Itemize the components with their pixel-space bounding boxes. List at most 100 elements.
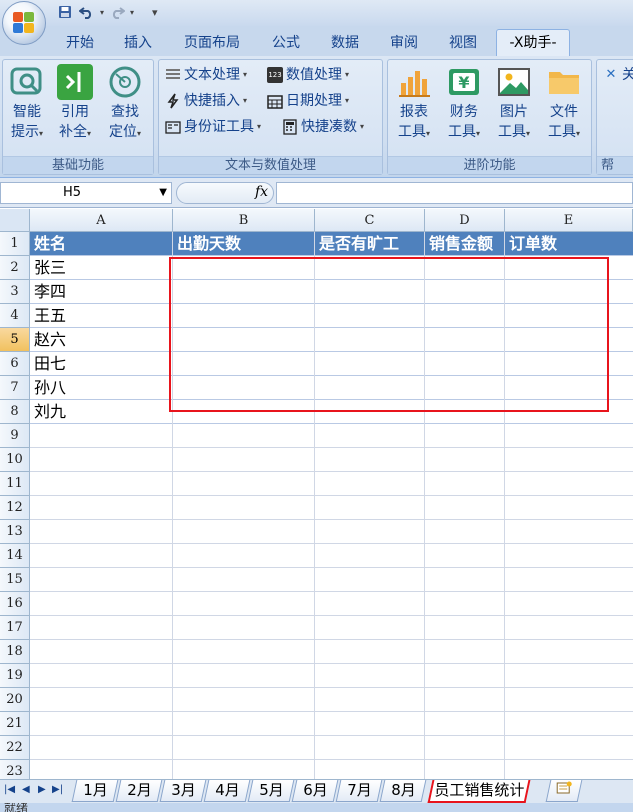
- row-header-19[interactable]: 19: [0, 664, 30, 688]
- tab-view[interactable]: 视图: [438, 30, 488, 56]
- sheet-tab-sales-stats[interactable]: 员工销售统计: [427, 780, 531, 803]
- file-tool-button[interactable]: 文件 工具▾: [542, 64, 586, 144]
- cell-a1[interactable]: 姓名: [30, 232, 173, 256]
- undo-dropdown-icon[interactable]: ▾: [100, 8, 104, 17]
- find-locate-icon: [107, 64, 143, 100]
- insert-sheet-button[interactable]: [545, 780, 583, 802]
- row-header-14[interactable]: 14: [0, 544, 30, 568]
- cell-d1[interactable]: 销售金额: [425, 232, 505, 256]
- image-tool-button[interactable]: 图片 工具▾: [492, 64, 536, 144]
- first-sheet-icon[interactable]: |◀: [4, 784, 15, 795]
- text-lines-icon: [165, 67, 181, 83]
- row-header-5[interactable]: 5: [0, 328, 30, 352]
- spreadsheet-grid[interactable]: A B C D E 姓名 出勤天数 是否有旷工 销售金额 订单数 1234567…: [0, 209, 633, 779]
- cell-a8[interactable]: 刘九: [30, 400, 66, 424]
- redo-icon[interactable]: [108, 3, 126, 21]
- file-tool-label-2: 工具▾: [547, 124, 580, 140]
- date-process-button[interactable]: 日期处理 ▾: [267, 90, 349, 112]
- cell-a5[interactable]: 赵六: [30, 328, 66, 352]
- column-header-c[interactable]: C: [315, 209, 425, 232]
- row-gridline: [30, 423, 633, 424]
- customize-qat-icon[interactable]: ▾: [152, 6, 158, 19]
- cell-e1[interactable]: 订单数: [505, 232, 633, 256]
- column-header-e[interactable]: E: [505, 209, 633, 232]
- sheet-tab-jan[interactable]: 1月: [71, 780, 119, 802]
- tab-page-layout[interactable]: 页面布局: [172, 30, 252, 56]
- row-header-7[interactable]: 7: [0, 376, 30, 400]
- find-locate-button[interactable]: 查找 定位▾: [103, 64, 147, 144]
- text-process-button[interactable]: 文本处理 ▾: [165, 64, 247, 86]
- sheet-tab-may[interactable]: 5月: [247, 780, 295, 802]
- row-header-18[interactable]: 18: [0, 640, 30, 664]
- name-box-dropdown-icon[interactable]: ▼: [159, 183, 167, 203]
- redo-dropdown-icon[interactable]: ▾: [130, 8, 134, 17]
- sheet-tab-jul[interactable]: 7月: [335, 780, 383, 802]
- row-header-10[interactable]: 10: [0, 448, 30, 472]
- cell-a4[interactable]: 王五: [30, 304, 66, 328]
- row-gridline: [30, 615, 633, 616]
- office-button[interactable]: [2, 1, 46, 45]
- cell-a6[interactable]: 田七: [30, 352, 66, 376]
- row-header-3[interactable]: 3: [0, 280, 30, 304]
- row-header-21[interactable]: 21: [0, 712, 30, 736]
- cell-a2[interactable]: 张三: [30, 256, 66, 280]
- tab-data[interactable]: 数据: [320, 30, 370, 56]
- row-header-20[interactable]: 20: [0, 688, 30, 712]
- cell-c1[interactable]: 是否有旷工: [315, 232, 425, 256]
- sheet-tab-jun[interactable]: 6月: [291, 780, 339, 802]
- quick-sum-button[interactable]: 快捷凑数 ▾: [282, 116, 364, 138]
- cell-a7[interactable]: 孙八: [30, 376, 66, 400]
- find-locate-label-2: 定位▾: [108, 124, 141, 140]
- row-header-1[interactable]: 1: [0, 232, 30, 256]
- row-header-16[interactable]: 16: [0, 592, 30, 616]
- row-header-13[interactable]: 13: [0, 520, 30, 544]
- row-header-4[interactable]: 4: [0, 304, 30, 328]
- tab-insert[interactable]: 插入: [114, 30, 162, 56]
- status-text: 就绪: [4, 803, 29, 812]
- column-header-b[interactable]: B: [173, 209, 315, 232]
- ribbon: 智能 提示▾ 引用 补全▾ 查找 定位▾ 基础功能 文本处理 ▾ 123 数值处…: [0, 56, 633, 178]
- report-tool-button[interactable]: 报表 工具▾: [392, 64, 436, 144]
- id-card-tool-button[interactable]: 身份证工具 ▾: [165, 116, 261, 138]
- formula-input[interactable]: [276, 182, 633, 204]
- undo-icon[interactable]: [78, 3, 96, 21]
- row-gridline: [30, 711, 633, 712]
- tab-review[interactable]: 审阅: [380, 30, 428, 56]
- finance-tool-button[interactable]: ¥ 财务 工具▾: [442, 64, 486, 144]
- column-header-a[interactable]: A: [30, 209, 173, 232]
- sheet-tab-aug[interactable]: 8月: [379, 780, 427, 802]
- tab-formulas[interactable]: 公式: [262, 30, 310, 56]
- row-header-9[interactable]: 9: [0, 424, 30, 448]
- next-sheet-icon[interactable]: ▶: [38, 784, 46, 795]
- tab-x-assistant[interactable]: -X助手-: [496, 29, 570, 57]
- name-box[interactable]: H5 ▼: [0, 182, 172, 204]
- row-header-22[interactable]: 22: [0, 736, 30, 760]
- row-header-11[interactable]: 11: [0, 472, 30, 496]
- row-header-8[interactable]: 8: [0, 400, 30, 424]
- row-header-23[interactable]: 23: [0, 760, 30, 779]
- sheet-tab-feb[interactable]: 2月: [115, 780, 163, 802]
- last-sheet-icon[interactable]: ▶|: [52, 784, 63, 795]
- quick-insert-button[interactable]: 快捷插入 ▾: [165, 90, 247, 112]
- smart-hint-button[interactable]: 智能 提示▾: [5, 64, 49, 144]
- number-123-icon: 123: [267, 67, 283, 83]
- save-icon[interactable]: [56, 3, 74, 21]
- row-header-15[interactable]: 15: [0, 568, 30, 592]
- select-all-corner[interactable]: [0, 209, 30, 232]
- report-tool-label-1: 报表: [400, 104, 428, 120]
- number-process-button[interactable]: 123 数值处理 ▾: [267, 64, 349, 86]
- tab-home[interactable]: 开始: [56, 30, 104, 56]
- cell-b1[interactable]: 出勤天数: [173, 232, 315, 256]
- row-header-17[interactable]: 17: [0, 616, 30, 640]
- insert-function-icon[interactable]: fx: [255, 184, 268, 200]
- column-header-d[interactable]: D: [425, 209, 505, 232]
- prev-sheet-icon[interactable]: ◀: [22, 784, 30, 795]
- row-header-12[interactable]: 12: [0, 496, 30, 520]
- about-button[interactable]: ✕ 关: [603, 64, 633, 86]
- row-header-6[interactable]: 6: [0, 352, 30, 376]
- sheet-tab-mar[interactable]: 3月: [159, 780, 207, 802]
- cell-a3[interactable]: 李四: [30, 280, 66, 304]
- ref-complete-button[interactable]: 引用 补全▾: [53, 64, 97, 144]
- sheet-tab-apr[interactable]: 4月: [203, 780, 251, 802]
- row-header-2[interactable]: 2: [0, 256, 30, 280]
